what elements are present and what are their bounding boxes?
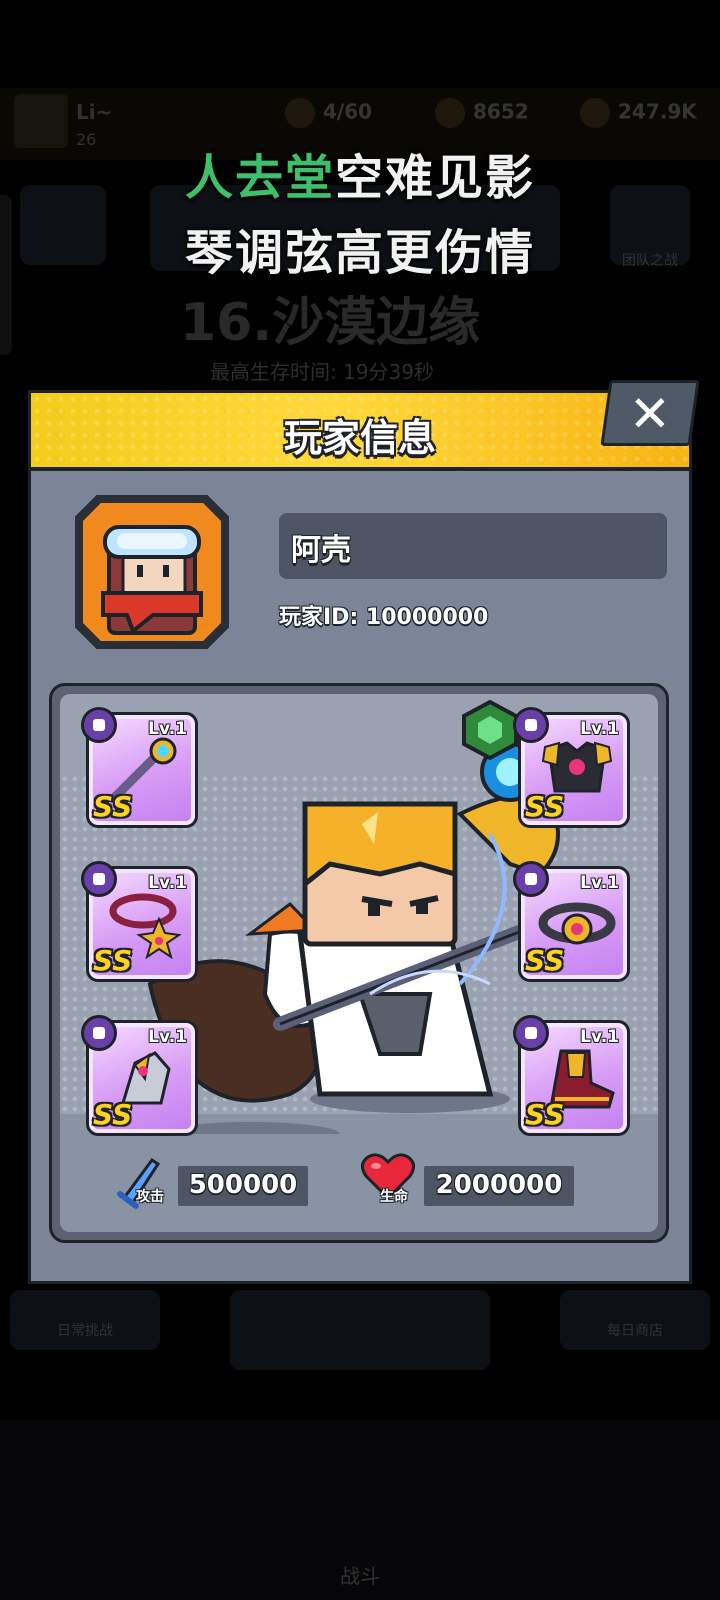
equip-slot-armor[interactable]: Lv.1 SS (513, 707, 630, 828)
boots-grade: SS (525, 1098, 565, 1131)
dialog-title: 玩家信息 (283, 416, 436, 460)
battle-tab-label: 战斗 (340, 1564, 380, 1588)
coin-icon (435, 98, 465, 128)
weapon-grade: SS (93, 790, 133, 823)
player-info-dialog: 玩家信息 阿壳 玩家ID: 10000000 Lv.1 SS Lv.1 SS L… (28, 390, 692, 1284)
daily-label: 日常挑战 (57, 1323, 113, 1339)
attack-stat-box: 500000 (178, 1166, 308, 1206)
caption-line-2: 琴调弦高更伤情 (184, 225, 535, 281)
equip-slot-weapon[interactable]: Lv.1 SS (81, 707, 198, 828)
close-icon: ✕ (628, 385, 671, 443)
dialog-header: 玩家信息 (31, 393, 689, 471)
player-id: 玩家ID: 10000000 (279, 605, 489, 630)
belt-level: Lv.1 (580, 873, 619, 893)
gloves-grade: SS (93, 1098, 133, 1131)
hp-stat-box: 2000000 (424, 1166, 574, 1206)
equip-slot-gloves[interactable]: Lv.1 SS (81, 1015, 198, 1136)
gloves-level: Lv.1 (148, 1027, 187, 1047)
boots-level: Lv.1 (580, 1027, 619, 1047)
stage-title: 16.沙漠边缘 (180, 293, 481, 353)
player-avatar[interactable] (75, 495, 229, 649)
avatar-portrait (83, 503, 221, 641)
stamina-icon (285, 98, 315, 128)
best-time: 最高生存时间: 19分39秒 (210, 360, 434, 384)
equip-slot-belt[interactable]: Lv.1 SS (513, 861, 630, 982)
caption-rest: 空难见影 (335, 150, 536, 206)
shop-label: 每日商店 (607, 1323, 663, 1339)
start-button-bg (230, 1290, 490, 1370)
belt-grade: SS (525, 944, 565, 977)
necklace-level: Lv.1 (148, 873, 187, 893)
close-button[interactable]: ✕ (600, 380, 700, 446)
player-name-box: 阿壳 (279, 513, 667, 579)
stamina-counter: 4/60 (285, 98, 372, 128)
equip-slot-boots[interactable]: Lv.1 SS (513, 1015, 630, 1136)
necklace-grade: SS (93, 944, 133, 977)
bg-player-name: Li~ (76, 100, 113, 124)
equip-slot-necklace[interactable]: Lv.1 SS (81, 861, 198, 982)
player-name: 阿壳 (291, 533, 351, 568)
weapon-level: Lv.1 (148, 719, 187, 739)
armor-level: Lv.1 (580, 719, 619, 739)
coin-counter: 8652 (435, 98, 529, 128)
armor-grade: SS (525, 790, 565, 823)
caption-line-1: 人去堂空难见影 (0, 138, 720, 208)
attack-label: 攻击 (136, 1189, 164, 1205)
caption-highlight: 人去堂 (184, 150, 335, 206)
hp-label: 生命 (380, 1189, 408, 1205)
equipment-panel: Lv.1 SS Lv.1 SS Lv.1 SS Lv.1 SS Lv.1 SS … (49, 683, 669, 1243)
hp-value: 2000000 (435, 1170, 563, 1200)
gem-icon (580, 98, 610, 128)
gem-counter: 247.9K (580, 98, 697, 128)
equipment-stage: Lv.1 SS Lv.1 SS Lv.1 SS Lv.1 SS Lv.1 SS … (60, 694, 658, 1232)
attack-value: 500000 (188, 1170, 298, 1200)
